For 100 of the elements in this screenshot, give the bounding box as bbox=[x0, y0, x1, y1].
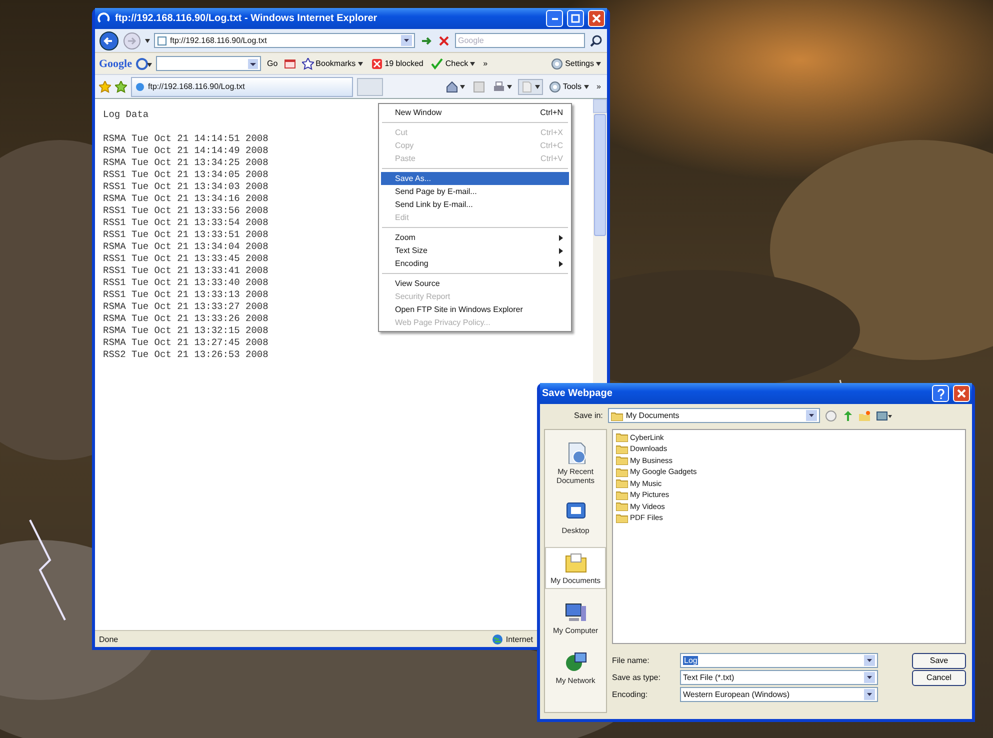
close-icon bbox=[957, 389, 966, 398]
input-field[interactable]: Western European (Windows) bbox=[680, 687, 878, 702]
log-line: RSMA Tue Oct 21 14:14:51 2008 bbox=[103, 133, 268, 145]
input-field[interactable]: Text File (*.txt) bbox=[680, 670, 878, 685]
field-label: Save as type: bbox=[612, 673, 662, 682]
log-line: RSS1 Tue Oct 21 13:33:41 2008 bbox=[103, 265, 268, 277]
dropdown-icon bbox=[401, 35, 412, 46]
input-field[interactable]: Log bbox=[680, 653, 878, 668]
computer-icon bbox=[564, 601, 586, 623]
folder-icon bbox=[616, 455, 628, 465]
placeholder-text: Google bbox=[458, 36, 484, 45]
menu-item[interactable]: View Source bbox=[381, 277, 569, 290]
folder-icon bbox=[616, 444, 628, 454]
dialog-button[interactable]: Cancel bbox=[912, 670, 966, 686]
toolbar-button[interactable] bbox=[444, 80, 467, 94]
dropdown-icon bbox=[864, 672, 875, 683]
close-button[interactable] bbox=[588, 10, 605, 27]
more-button[interactable]: » bbox=[594, 81, 603, 92]
folder-icon bbox=[616, 478, 628, 488]
log-line: RSMA Tue Oct 21 13:33:26 2008 bbox=[103, 313, 268, 325]
folder-dropdown[interactable]: My Documents bbox=[608, 408, 820, 423]
log-line: RSMA Tue Oct 21 13:34:04 2008 bbox=[103, 241, 268, 253]
browser-tab[interactable]: ftp://192.168.116.90/Log.txt bbox=[131, 76, 353, 96]
view-menu-icon[interactable] bbox=[876, 410, 892, 422]
menu-item[interactable]: New Window Ctrl+N bbox=[381, 106, 569, 119]
toolbar-button[interactable]: Go bbox=[265, 58, 280, 69]
close-button[interactable] bbox=[953, 385, 970, 402]
close-icon bbox=[592, 14, 601, 23]
log-line: RSS2 Tue Oct 21 13:26:53 2008 bbox=[103, 349, 268, 361]
log-line: RSS1 Tue Oct 21 13:33:45 2008 bbox=[103, 253, 268, 265]
dropdown-icon bbox=[248, 58, 258, 68]
toolbar-button[interactable]: » bbox=[481, 58, 490, 69]
log-line: RSS1 Tue Oct 21 13:33:54 2008 bbox=[103, 217, 268, 229]
menu-item[interactable]: Zoom bbox=[381, 231, 569, 244]
log-line: RSMA Tue Oct 21 14:14:49 2008 bbox=[103, 145, 268, 157]
toolbar-button[interactable]: 19 blocked bbox=[368, 56, 426, 70]
log-line: RSS1 Tue Oct 21 13:33:51 2008 bbox=[103, 229, 268, 241]
help-icon bbox=[936, 388, 944, 398]
toolbar-button[interactable]: Check bbox=[429, 56, 478, 70]
log-line: RSS1 Tue Oct 21 13:33:40 2008 bbox=[103, 277, 268, 289]
minimize-icon bbox=[552, 18, 558, 20]
folder-icon bbox=[610, 410, 623, 420]
network-icon bbox=[564, 651, 586, 673]
log-line: RSMA Tue Oct 21 13:27:45 2008 bbox=[103, 337, 268, 349]
menu-item[interactable]: Encoding bbox=[381, 257, 569, 270]
star-icon bbox=[302, 58, 314, 70]
log-line: RSS1 Tue Oct 21 13:33:56 2008 bbox=[103, 205, 268, 217]
folder-icon bbox=[616, 432, 628, 442]
up-folder-icon[interactable] bbox=[842, 410, 854, 422]
folder-icon bbox=[616, 490, 628, 500]
home-icon bbox=[446, 80, 458, 92]
field-label: File name: bbox=[612, 656, 650, 665]
dropdown-icon bbox=[864, 689, 875, 700]
toolbar-logo: Google bbox=[99, 58, 132, 70]
toolbar-button[interactable]: Tools bbox=[546, 80, 591, 94]
menu-item[interactable]: Text Size bbox=[381, 244, 569, 257]
field-label: Save in: bbox=[574, 411, 603, 420]
dropdown-icon bbox=[806, 410, 817, 421]
log-line: RSMA Tue Oct 21 13:34:25 2008 bbox=[103, 157, 268, 169]
caret-icon bbox=[145, 38, 150, 42]
toolbar-button[interactable]: Bookmarks bbox=[300, 56, 365, 70]
settings-button[interactable]: Settings bbox=[549, 56, 603, 70]
search-engine-icon[interactable] bbox=[136, 58, 152, 70]
minimize-button[interactable] bbox=[546, 10, 563, 27]
gear-icon bbox=[551, 58, 564, 70]
menu-item[interactable]: Open FTP Site in Windows Explorer bbox=[381, 303, 569, 316]
new-folder-icon[interactable] bbox=[858, 410, 871, 422]
log-line: RSMA Tue Oct 21 13:33:27 2008 bbox=[103, 301, 268, 313]
status-text: Done bbox=[99, 634, 118, 644]
favorites-star-icon[interactable] bbox=[99, 80, 111, 92]
address-field[interactable]: ftp://192.168.116.90/Log.txt bbox=[154, 33, 415, 48]
folder-icon bbox=[616, 466, 628, 476]
window-title: ftp://192.168.116.90/Log.txt - Windows Internet Explorer bbox=[115, 13, 378, 24]
dialog-button[interactable]: Save bbox=[912, 652, 966, 668]
help-button[interactable] bbox=[932, 385, 949, 402]
forward-button[interactable] bbox=[123, 32, 141, 50]
folder-icon bbox=[616, 512, 628, 522]
log-line: RSS1 Tue Oct 21 13:34:03 2008 bbox=[103, 181, 268, 193]
maximize-icon bbox=[571, 14, 580, 23]
log-line: RSMA Tue Oct 21 13:34:16 2008 bbox=[103, 193, 268, 205]
field-label: Encoding: bbox=[612, 690, 649, 699]
address-text: ftp://192.168.116.90/Log.txt bbox=[170, 36, 267, 45]
globe-icon bbox=[492, 634, 503, 644]
toolbar-button[interactable] bbox=[518, 78, 543, 94]
menu-item[interactable]: Send Page by E-mail... bbox=[381, 185, 569, 198]
search-icon[interactable] bbox=[589, 34, 603, 48]
toolbar-search-field[interactable] bbox=[156, 56, 261, 71]
browser-logo-icon bbox=[97, 12, 111, 26]
menu-item[interactable]: Save As... bbox=[381, 172, 569, 185]
dropdown-icon bbox=[864, 655, 875, 666]
back-button[interactable] bbox=[99, 30, 119, 50]
window-icon[interactable] bbox=[284, 58, 296, 70]
maximize-button[interactable] bbox=[567, 10, 584, 27]
gear-icon bbox=[548, 80, 561, 92]
folder-icon bbox=[616, 501, 628, 511]
stop-icon[interactable] bbox=[437, 34, 451, 48]
dialog-title: Save Webpage bbox=[542, 388, 614, 399]
page-heading: Log Data bbox=[103, 109, 149, 121]
add-favorite-icon[interactable] bbox=[115, 80, 127, 92]
menu-item[interactable]: Send Link by E-mail... bbox=[381, 198, 569, 211]
